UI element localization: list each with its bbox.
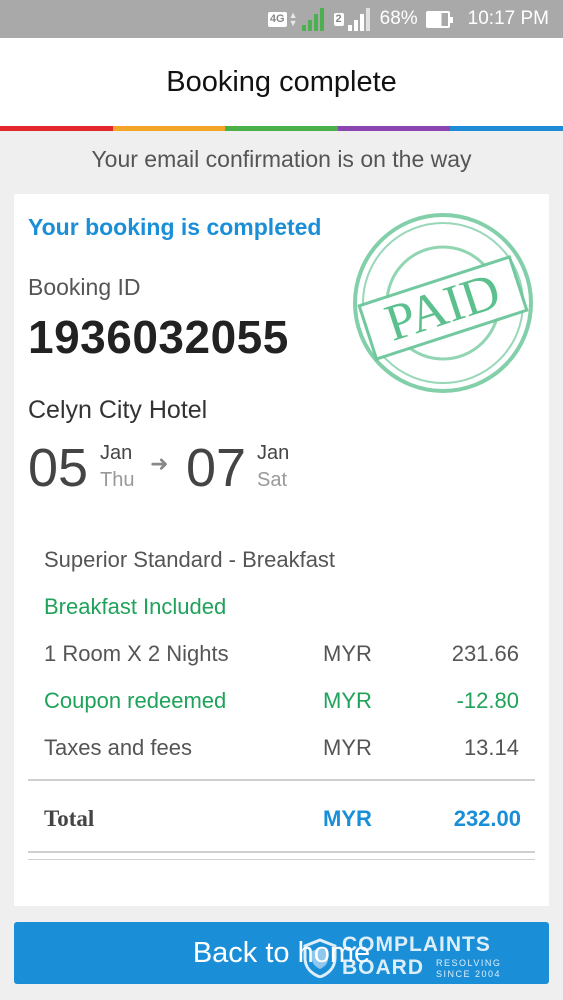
divider-bottom-2 [28, 859, 535, 860]
booking-id: 1936032055 [28, 311, 289, 363]
network-type: 4G [267, 11, 287, 27]
line-amount: 231.66 [451, 641, 519, 666]
line-label: Taxes and fees [44, 735, 192, 760]
line-amount: -12.80 [456, 688, 519, 713]
checkout-weekday: Sat [257, 469, 288, 491]
divider-bottom-1 [28, 851, 535, 853]
app-header: Booking complete [0, 38, 563, 126]
complaints-board-watermark: COMPLAINTS BOARD RESOLVING SINCE 2004 [302, 932, 522, 980]
checkin-weekday: Thu [100, 469, 135, 491]
booking-status-title: Your booking is completed [28, 214, 322, 240]
watermark-small-1: RESOLVING [436, 958, 502, 968]
stamp-text: PAID [379, 262, 507, 352]
divider-top [28, 779, 535, 781]
breakfast-label: Breakfast Included [44, 594, 227, 619]
total-currency: MYR [323, 806, 372, 831]
total-label: Total [44, 806, 95, 831]
checkout-day: 07 [186, 438, 247, 498]
breakfast-note: Breakfast Included [44, 594, 519, 624]
rainbow-orange [112, 126, 226, 131]
line-currency: MYR [323, 688, 372, 713]
checkout-month: Jan [257, 442, 290, 464]
rainbow-divider [0, 126, 563, 131]
arrow-right-icon: ➜ [150, 451, 169, 476]
shield-icon [303, 938, 337, 978]
status-bar: 4G ▲ ▼ 2 68% 10:17 PM [0, 0, 563, 38]
signal-icon-2 [347, 7, 372, 31]
price-line-taxes: Taxes and fees MYR 13.14 [44, 735, 519, 765]
paid-stamp-icon: PAID [353, 213, 533, 393]
booking-card: Your booking is completed Booking ID 193… [14, 194, 549, 914]
email-confirmation-message: Your email confirmation is on the way [91, 146, 472, 172]
checkin-day: 05 [28, 438, 89, 498]
room-type: Superior Standard - Breakfast [44, 547, 519, 577]
battery-percent: 68% [379, 8, 418, 29]
sim2-indicator: 2 [333, 7, 372, 31]
watermark-word-1: COMPLAINTS [342, 933, 491, 956]
network-indicator: 4G ▲ ▼ [267, 7, 326, 31]
watermark-small-2: SINCE 2004 [436, 969, 502, 979]
room-name: Superior Standard - Breakfast [44, 547, 336, 572]
booking-id-label: Booking ID [28, 274, 141, 300]
line-label: Coupon redeemed [44, 688, 227, 713]
rainbow-red [0, 126, 113, 131]
line-currency: MYR [323, 641, 372, 666]
rainbow-green [225, 126, 338, 131]
data-arrows-icon: ▲ ▼ [288, 10, 298, 28]
signal-icon [301, 7, 326, 31]
line-currency: MYR [323, 735, 372, 760]
clock: 10:17 PM [467, 8, 549, 29]
rainbow-purple [337, 126, 451, 131]
line-amount: 13.14 [463, 735, 519, 760]
price-line-coupon: Coupon redeemed MYR -12.80 [44, 688, 519, 718]
hotel-name: Celyn City Hotel [28, 396, 208, 424]
sim-number: 2 [333, 13, 344, 26]
price-line-room: 1 Room X 2 Nights MYR 231.66 [44, 641, 519, 671]
battery-icon [425, 10, 453, 28]
watermark-word-2: BOARD [342, 956, 424, 979]
line-label: 1 Room X 2 Nights [44, 641, 229, 666]
rainbow-blue [450, 126, 563, 131]
page-title: Booking complete [166, 65, 397, 98]
checkin-month: Jan [100, 442, 133, 464]
total-amount: 232.00 [453, 806, 521, 831]
